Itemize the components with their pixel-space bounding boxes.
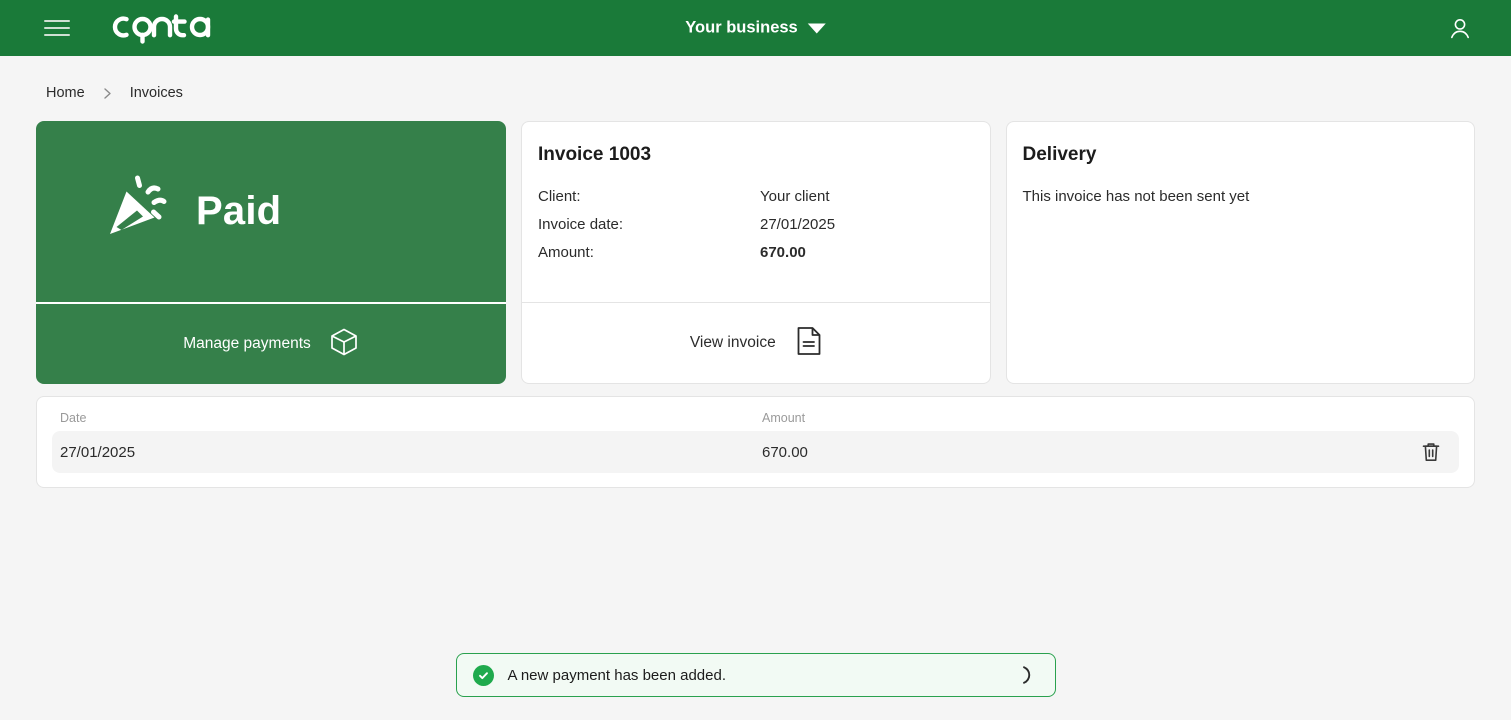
invoice-row-label: Client: — [538, 188, 581, 205]
conta-logo[interactable] — [110, 0, 214, 56]
invoice-row-date: Invoice date: 27/01/2025 — [538, 216, 974, 233]
invoice-details-card: Invoice 1003 Client: Your client Invoice… — [521, 121, 991, 384]
party-popper-icon — [96, 170, 174, 253]
toast-notification: A new payment has been added. — [455, 653, 1056, 697]
caret-down-icon — [807, 23, 826, 33]
document-icon — [796, 326, 822, 361]
app-header: Your business — [0, 0, 1511, 56]
invoice-row-value: 670.00 — [760, 244, 806, 261]
payment-amount-cell: 670.00 — [762, 443, 808, 461]
payment-status-label: Paid — [196, 189, 282, 233]
invoice-row-label: Invoice date: — [538, 216, 624, 233]
invoice-row-value: Your client — [760, 188, 830, 205]
delivery-card: Delivery This invoice has not been sent … — [1005, 121, 1475, 384]
invoice-detail-rows: Client: Your client Invoice date: 27/01/… — [522, 166, 990, 272]
table-row[interactable]: 27/01/2025 670.00 — [52, 431, 1459, 473]
trash-icon — [1422, 443, 1440, 461]
view-invoice-label: View invoice — [689, 334, 776, 351]
business-switcher-label: Your business — [685, 18, 798, 37]
breadcrumb-item-home[interactable]: Home — [46, 85, 85, 101]
user-icon — [1451, 18, 1469, 39]
payment-status-body: Paid — [36, 121, 506, 302]
hamburger-bar — [44, 27, 70, 29]
payment-date-cell: 27/01/2025 — [60, 443, 136, 461]
hamburger-bar — [44, 20, 70, 22]
invoice-row-client: Client: Your client — [538, 188, 974, 205]
breadcrumb: Home Invoices — [0, 74, 1511, 112]
summary-cards: Paid Manage payments Invoice 1003 Client… — [0, 121, 1511, 384]
hamburger-bar — [44, 34, 70, 36]
view-invoice-button[interactable]: View invoice — [522, 303, 990, 383]
breadcrumb-item-invoices[interactable]: Invoices — [130, 85, 183, 101]
spinner-icon — [1017, 664, 1039, 686]
payment-status-card: Paid Manage payments — [36, 121, 506, 384]
delivery-card-title: Delivery — [1022, 144, 1097, 165]
delete-payment-button[interactable] — [1411, 441, 1451, 463]
chevron-right-icon — [101, 87, 114, 100]
toast-message: A new payment has been added. — [507, 666, 727, 684]
invoice-row-value: 27/01/2025 — [760, 216, 836, 233]
payments-table-header: Date Amount — [52, 411, 1459, 431]
manage-payments-button[interactable]: Manage payments — [36, 304, 506, 384]
column-header-date: Date — [60, 411, 87, 425]
user-account-button[interactable] — [1445, 13, 1475, 43]
hamburger-menu-icon[interactable] — [44, 15, 70, 41]
column-header-amount: Amount — [762, 411, 806, 425]
payments-table: Date Amount 27/01/2025 670.00 — [36, 396, 1475, 488]
check-circle-icon — [472, 664, 494, 686]
delivery-status-message: This invoice has not been sent yet — [1022, 188, 1250, 205]
business-switcher[interactable]: Your business — [685, 18, 826, 38]
invoice-row-label: Amount: — [538, 244, 594, 261]
box-icon — [329, 327, 359, 362]
invoice-row-amount: Amount: 670.00 — [538, 244, 974, 261]
invoice-card-title: Invoice 1003 — [538, 144, 652, 165]
manage-payments-label: Manage payments — [183, 335, 311, 352]
